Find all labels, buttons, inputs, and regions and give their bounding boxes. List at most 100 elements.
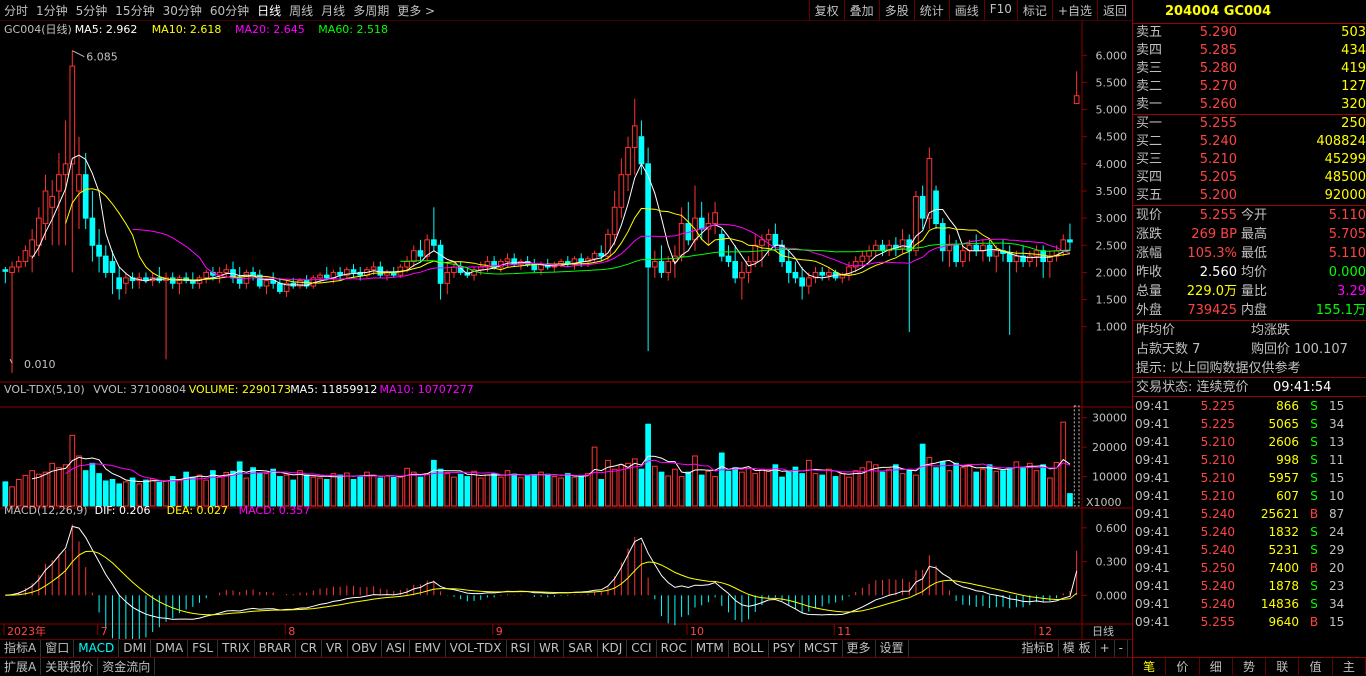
volume-bar <box>62 464 69 507</box>
stat-value: 0.000 <box>1328 265 1366 280</box>
detail-tab-4[interactable]: 联 <box>1266 658 1300 675</box>
detail-tab-1[interactable]: 价 <box>1166 658 1200 675</box>
stat-value: 739425 <box>1187 303 1237 318</box>
indicator-tab-12[interactable]: EMV <box>410 640 446 657</box>
kline-chart[interactable]: 6.000 5.500 5.000 4.500 4.000 3.500 3.000 2.500… <box>0 21 1132 639</box>
tick-time: 09:41 <box>1135 525 1170 539</box>
asks-volume: 127 <box>1341 79 1366 94</box>
indicator-tab-5[interactable]: FSL <box>188 640 219 657</box>
macd-legend-item-0: MACD(12,26,9) <box>4 504 88 517</box>
tab-period-6[interactable]: 日线 <box>253 2 285 19</box>
indicator-right-0[interactable]: 指标B <box>1018 640 1059 657</box>
tick-side: S <box>1310 489 1318 503</box>
bottom-tab-1[interactable]: 关联报价 <box>41 658 99 675</box>
volume-bar <box>76 455 82 507</box>
bottom-tab-2[interactable]: 资金流向 <box>98 658 156 675</box>
indicator-tab-18[interactable]: CCI <box>627 640 657 657</box>
indicator-tab-8[interactable]: CR <box>296 640 322 657</box>
tab-period-5[interactable]: 60分钟 <box>206 2 253 19</box>
tool-button-7[interactable]: +自选 <box>1051 0 1097 21</box>
candle-body <box>350 269 357 273</box>
indicator-tab-15[interactable]: WR <box>535 640 565 657</box>
candle-body <box>959 250 966 263</box>
indicator-tab-16[interactable]: SAR <box>564 640 598 657</box>
indicator-tab-21[interactable]: BOLL <box>729 640 769 657</box>
bids-price: 5.205 <box>1199 170 1237 185</box>
tab-period-2[interactable]: 5分钟 <box>72 2 112 19</box>
detail-tab-5[interactable]: 值 <box>1299 658 1333 675</box>
candle-body <box>926 157 933 219</box>
volume-bar <box>297 470 303 507</box>
bids-row-4: 买五 5.200 92000 <box>1133 187 1366 205</box>
asks-volume: 320 <box>1341 97 1366 112</box>
indicator-tab-19[interactable]: ROC <box>657 640 692 657</box>
tool-button-1[interactable]: 叠加 <box>843 0 879 21</box>
candle-body <box>611 206 618 235</box>
tool-button-4[interactable]: 画线 <box>948 0 984 21</box>
volume-bar <box>210 470 216 507</box>
tab-period-0[interactable]: 分时 <box>0 2 32 19</box>
low-label: 0.010 <box>24 358 56 371</box>
stat-value: 3.29 <box>1337 284 1366 299</box>
candle-body <box>1006 252 1013 263</box>
detail-tab-2[interactable]: 细 <box>1200 658 1233 675</box>
volume-bar <box>591 446 598 507</box>
tick-time: 09:41 <box>1135 417 1170 431</box>
indicator-right-3[interactable]: - <box>1115 640 1128 657</box>
tool-button-5[interactable]: F10 <box>983 0 1017 21</box>
bids-label: 买三 <box>1136 152 1163 167</box>
indicator-tab-17[interactable]: KDJ <box>598 640 628 657</box>
indicator-tab-22[interactable]: PSY <box>769 640 800 657</box>
indicator-tab-7[interactable]: BRAR <box>255 640 297 657</box>
tab-period-7[interactable]: 周线 <box>285 2 317 19</box>
candle-body <box>625 147 631 176</box>
indicator-tab-10[interactable]: OBV <box>348 640 383 657</box>
tool-button-2[interactable]: 多股 <box>878 0 914 21</box>
volume-bar <box>886 468 893 507</box>
asks-price: 5.290 <box>1199 25 1237 40</box>
macd-legend-item-1: DIF: 0.206 <box>95 504 151 517</box>
indicator-tab-20[interactable]: MTM <box>692 640 729 657</box>
indicator-tab-6[interactable]: TRIX <box>218 640 255 657</box>
tab-period-9[interactable]: 多周期 <box>349 2 393 19</box>
tool-button-0[interactable]: 复权 <box>808 0 844 21</box>
indicator-tab-9[interactable]: VR <box>322 640 348 657</box>
indicator-tab-1[interactable]: 窗口 <box>41 640 75 657</box>
indicator-tab-24[interactable]: 更多 <box>843 640 876 657</box>
volume-bar <box>457 473 464 507</box>
indicator-tab-14[interactable]: RSI <box>507 640 536 657</box>
tab-period-3[interactable]: 15分钟 <box>111 2 158 19</box>
bids-row-2: 买三 5.210 45299 <box>1133 151 1366 169</box>
tool-button-8[interactable]: 返回 <box>1096 0 1132 21</box>
bottom-tab-0[interactable]: 扩展A <box>0 658 42 675</box>
indicator-right-1[interactable]: 模 板 <box>1059 640 1096 657</box>
candle-body <box>792 271 799 279</box>
asks-label: 卖二 <box>1136 79 1163 94</box>
tick-time: 09:41 <box>1135 615 1170 629</box>
tab-period-4[interactable]: 30分钟 <box>159 2 206 19</box>
tab-period-1[interactable]: 1分钟 <box>32 2 72 19</box>
tab-period-8[interactable]: 月线 <box>317 2 349 19</box>
indicator-tab-23[interactable]: MCST <box>800 640 843 657</box>
indicator-tab-11[interactable]: ASI <box>382 640 411 657</box>
volume-bar <box>631 458 638 507</box>
volume-bar <box>846 476 852 507</box>
volume-bar <box>136 483 143 507</box>
indicator-tab-2[interactable]: MACD <box>74 640 120 657</box>
indicator-tab-4[interactable]: DMA <box>151 640 189 657</box>
candle-body <box>277 282 283 292</box>
detail-tab-0[interactable]: 笔 <box>1133 658 1167 675</box>
indicator-tab-3[interactable]: DMI <box>119 640 152 657</box>
tick-count: 23 <box>1329 579 1345 593</box>
indicator-tab-0[interactable]: 指标A <box>0 640 42 657</box>
indicator-tab-13[interactable]: VOL-TDX <box>446 640 507 657</box>
volume-bar <box>156 481 163 507</box>
volume-bar <box>745 467 752 507</box>
tool-button-6[interactable]: 标记 <box>1016 0 1052 21</box>
detail-tab-6[interactable]: 主 <box>1333 658 1366 675</box>
indicator-right-2[interactable]: + <box>1096 640 1115 657</box>
detail-tab-3[interactable]: 势 <box>1233 658 1267 675</box>
tool-button-3[interactable]: 统计 <box>913 0 949 21</box>
tab-period-10[interactable]: 更多 > <box>393 2 439 19</box>
indicator-tab-25[interactable]: 设置 <box>876 640 909 657</box>
